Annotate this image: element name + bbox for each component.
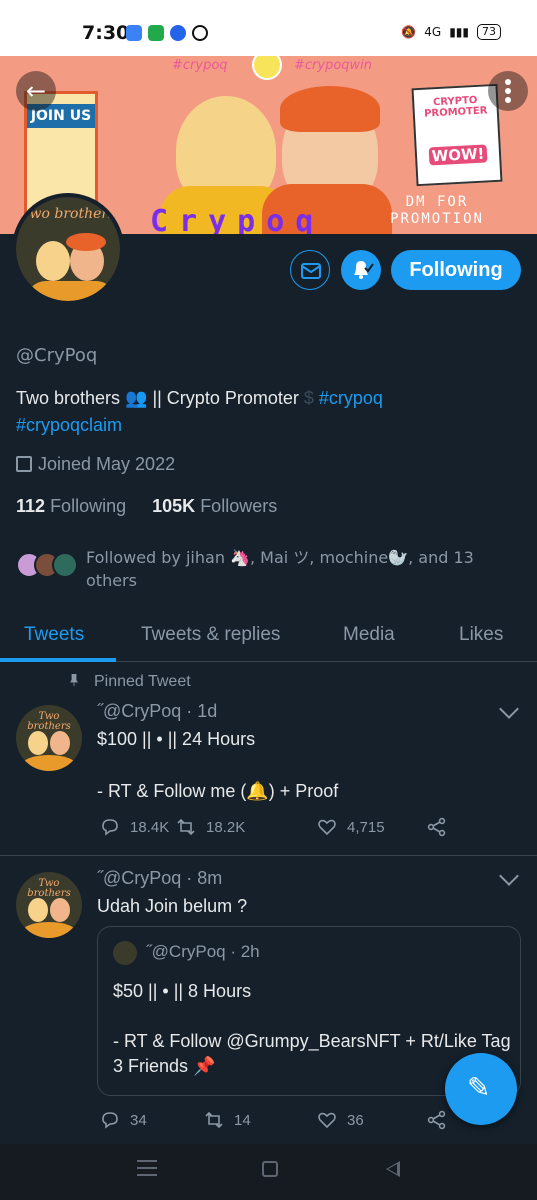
tweet-actions: 34 14 36 bbox=[100, 1110, 450, 1134]
avatar-title: Two brothers bbox=[20, 206, 116, 222]
tweet-header[interactable]: ˝@CryPoq · 1d bbox=[97, 701, 217, 722]
red-hair bbox=[280, 86, 380, 132]
red-hair bbox=[66, 233, 106, 251]
bio-dollar: $ bbox=[303, 388, 314, 408]
reply-icon bbox=[102, 819, 118, 836]
bio-text: Two brothers 👥 || Crypto Promoter bbox=[16, 388, 304, 408]
banner-hashtag-left: #crypoq bbox=[172, 58, 228, 73]
messenger-icon bbox=[170, 25, 186, 41]
tab-tweets[interactable]: Tweets bbox=[24, 624, 84, 646]
share-icon bbox=[427, 1110, 446, 1130]
retweet-icon bbox=[205, 1111, 223, 1129]
status-bar: 7:30 🔕 4G ▮▮▮ 73 bbox=[0, 0, 537, 56]
following-count-link[interactable]: 112 Following bbox=[16, 496, 126, 516]
bell-check-icon bbox=[354, 261, 374, 279]
profile-bio: Two brothers 👥 || Crypto Promoter $ #cry… bbox=[16, 385, 516, 439]
mail-icon bbox=[301, 263, 321, 279]
profile-tabs: Tweets Tweets & replies Media Likes bbox=[0, 612, 537, 662]
back-button[interactable]: ← bbox=[16, 71, 56, 111]
pin-icon bbox=[70, 674, 78, 686]
share-button[interactable] bbox=[427, 817, 447, 837]
reply-icon bbox=[102, 1112, 118, 1129]
followers-count-link[interactable]: 105K Followers bbox=[152, 496, 277, 516]
chevron-down-icon[interactable] bbox=[499, 866, 519, 886]
tweet-avatar[interactable]: Two brothers bbox=[16, 705, 82, 771]
upload-icon bbox=[148, 25, 164, 41]
reply-button[interactable]: 34 bbox=[100, 1110, 147, 1130]
like-button[interactable]: 4,715 bbox=[317, 817, 385, 837]
hashtag-crypoq[interactable]: #crypoq bbox=[319, 388, 383, 408]
back-triangle-icon[interactable] bbox=[386, 1161, 400, 1177]
tab-likes[interactable]: Likes bbox=[459, 624, 503, 646]
quote-avatar bbox=[113, 941, 137, 965]
follow-counts: 112 Following 105K Followers bbox=[16, 496, 277, 517]
calendar-icon bbox=[16, 456, 32, 472]
retweet-button[interactable]: 18.2K bbox=[176, 817, 245, 837]
menu-icon[interactable] bbox=[137, 1160, 157, 1178]
more-dots-icon bbox=[505, 79, 511, 85]
blonde-face bbox=[36, 241, 70, 281]
battery-icon: 73 bbox=[477, 24, 501, 40]
share-button[interactable] bbox=[427, 1110, 447, 1130]
tab-media[interactable]: Media bbox=[343, 624, 395, 646]
profile-avatar[interactable]: Two brothers bbox=[12, 193, 124, 305]
heart-icon bbox=[318, 1112, 336, 1129]
quote-header: ˝@CryPoq · 2h bbox=[146, 942, 260, 961]
pinned-label: Pinned Tweet bbox=[70, 673, 191, 691]
banner-hashtag-right: #crypoqwin bbox=[294, 58, 373, 73]
more-options-button[interactable] bbox=[488, 71, 528, 111]
message-button[interactable] bbox=[290, 250, 330, 290]
tweet-header[interactable]: ˝@CryPoq · 8m bbox=[97, 868, 222, 889]
notification-icons bbox=[126, 25, 208, 41]
following-button[interactable]: Following bbox=[391, 250, 521, 290]
hashtag-crypoqclaim[interactable]: #crypoqclaim bbox=[16, 415, 122, 435]
home-icon[interactable] bbox=[262, 1161, 278, 1177]
tab-tweets-replies[interactable]: Tweets & replies bbox=[141, 624, 280, 646]
system-icons: 🔕 4G ▮▮▮ 73 bbox=[401, 24, 501, 40]
tweet-avatar[interactable]: Two brothers bbox=[16, 872, 82, 938]
network-label: 4G bbox=[424, 25, 442, 39]
reply-button[interactable]: 18.4K bbox=[100, 817, 169, 837]
shirts bbox=[26, 281, 116, 301]
mute-icon: 🔕 bbox=[401, 25, 417, 39]
tweet-text-line: Udah Join belum ? bbox=[97, 896, 248, 916]
signal-icon: ▮▮▮ bbox=[449, 25, 469, 39]
follower-avatars bbox=[16, 552, 82, 580]
banner-brand-text: Crypoq bbox=[150, 204, 325, 234]
heart-icon bbox=[318, 819, 336, 836]
avatar bbox=[52, 552, 78, 578]
radio-icon bbox=[126, 25, 142, 41]
status-time: 7:30 bbox=[82, 22, 130, 44]
share-icon bbox=[427, 817, 446, 837]
arrow-left-icon: ← bbox=[25, 77, 47, 105]
compose-tweet-button[interactable]: ✎ bbox=[445, 1053, 517, 1125]
profile-handle: @CryPoq bbox=[16, 345, 98, 366]
quote-body: $50 || • || 8 Hours - RT & Follow @Grump… bbox=[113, 979, 513, 1079]
notifications-button[interactable] bbox=[341, 250, 381, 290]
chevron-down-icon[interactable] bbox=[499, 699, 519, 719]
clock-icon bbox=[252, 56, 282, 80]
active-tab-indicator bbox=[0, 658, 116, 662]
retweet-icon bbox=[177, 818, 195, 836]
joined-date: Joined May 2022 bbox=[16, 454, 175, 475]
like-button[interactable]: 36 bbox=[317, 1110, 364, 1130]
tweet-divider bbox=[0, 855, 537, 856]
tweet-text-line: - RT & Follow me (🔔) + Proof bbox=[97, 781, 339, 801]
feather-plus-icon: ✎ bbox=[467, 1071, 491, 1104]
quote-text-line: $50 || • || 8 Hours bbox=[113, 981, 252, 1001]
tweet-text-line: $100 || • || 24 Hours bbox=[97, 729, 256, 749]
banner-dm-text: DM FOR PROMOTION bbox=[390, 194, 484, 227]
system-nav-bar bbox=[0, 1144, 537, 1200]
retweet-button[interactable]: 14 bbox=[204, 1110, 251, 1130]
app-icon bbox=[192, 25, 208, 41]
tweet-actions: 18.4K 18.2K 4,715 bbox=[100, 817, 450, 841]
followed-by-text: Followed by jihan 🦄, Mai ツ, mochine🦭, an… bbox=[86, 548, 474, 590]
